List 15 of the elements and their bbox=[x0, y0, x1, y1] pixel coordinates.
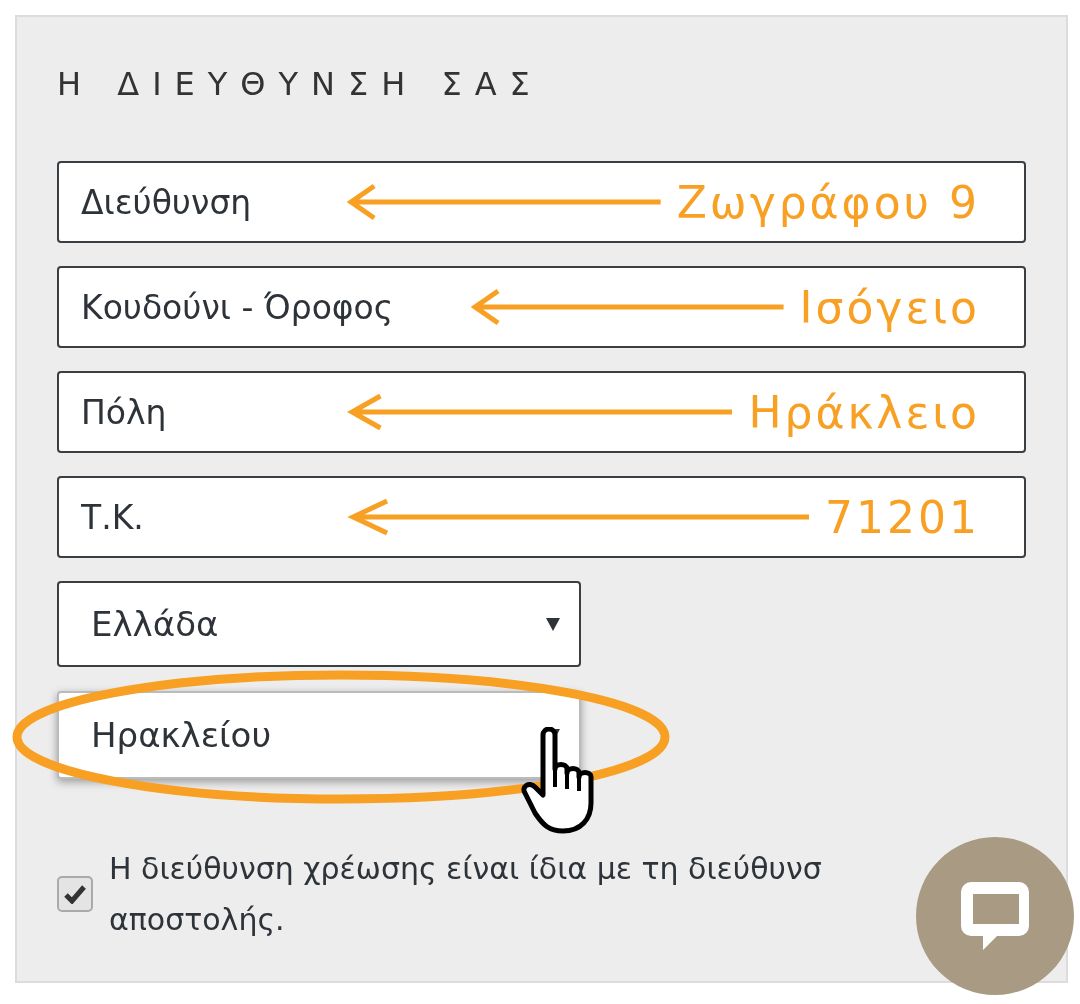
checkbox-label: αποστολής. bbox=[109, 902, 286, 937]
check-icon bbox=[64, 884, 86, 904]
arrow-icon bbox=[347, 392, 733, 432]
checkbox[interactable] bbox=[57, 876, 93, 912]
dropdown[interactable]: Ελλάδα bbox=[57, 581, 581, 667]
annotation-text: Ηράκλειο bbox=[748, 386, 980, 438]
annotation-text: 71201 bbox=[825, 491, 980, 543]
section-title: Η ΔΙΕΥΘΥΝΣΗ ΣΑΣ bbox=[57, 65, 544, 103]
arrow-icon bbox=[347, 182, 661, 222]
annotation-text: Ισόγειο bbox=[799, 281, 980, 333]
caret-icon bbox=[545, 616, 561, 632]
annotation-text: Ζωγράφου 9 bbox=[676, 176, 980, 228]
arrow-icon bbox=[471, 287, 784, 327]
checkbox-label: Η διεύθυνση χρέωσης είναι ίδια με τη διεύθυνσ bbox=[109, 851, 822, 886]
arrow-icon bbox=[347, 497, 809, 537]
